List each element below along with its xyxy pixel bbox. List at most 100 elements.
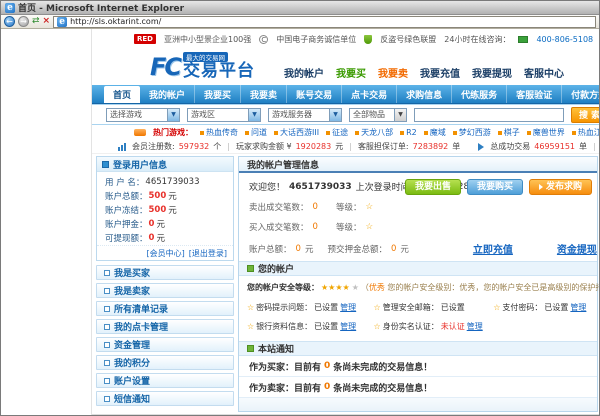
window-icon <box>102 161 109 168</box>
stat-value: 1920283 <box>296 142 332 151</box>
sidebar: 登录用户信息 用 户 名： 4651739033 账户总额： 500 元 账 <box>96 156 234 409</box>
bullet-icon <box>274 131 278 135</box>
stat-unit: 个 <box>213 141 221 152</box>
hot-game-link[interactable]: 问道 <box>245 127 267 138</box>
manage-link[interactable]: 管理 <box>340 302 356 313</box>
sidebar-item-card-manage[interactable]: 我的点卡管理 <box>96 319 234 334</box>
nav-account-trade[interactable]: 账号交易 <box>287 85 342 103</box>
search-button[interactable]: 搜 索 <box>571 107 599 123</box>
account-icon <box>247 265 254 272</box>
game-select[interactable]: 选择游戏▼ <box>106 108 180 122</box>
bullet-icon <box>572 131 576 135</box>
grade-star-icon: ☆ <box>365 222 373 232</box>
manage-link[interactable]: 管理 <box>570 302 586 313</box>
chevron-down-icon[interactable]: ▼ <box>248 109 260 121</box>
nav-payment-methods[interactable]: 付款方式 <box>562 85 599 103</box>
chevron-down-icon[interactable]: ▼ <box>167 109 179 121</box>
search-keyword-input[interactable] <box>414 108 564 122</box>
nav-card-trade[interactable]: 点卡交易 <box>342 85 397 103</box>
quicklink-withdraw[interactable]: 我要提现 <box>472 65 512 80</box>
star-icon: ☆ <box>374 322 381 331</box>
sell-button[interactable]: 我要出售 <box>405 179 461 195</box>
recharge-link[interactable]: 立即充值 <box>473 241 513 256</box>
hot-icon <box>134 129 146 136</box>
sidebar-item-sms-notify[interactable]: 短信通知 <box>96 391 234 406</box>
nav-leveling-service[interactable]: 代练服务 <box>452 85 507 103</box>
star-icon-gray: ★ <box>352 283 359 292</box>
welcome-section: 欢迎您！ 4651739033 上次登录时间： 2013-7-28 22:35:… <box>239 173 597 261</box>
nav-sell[interactable]: 我要卖 <box>241 85 287 103</box>
sidebar-item-order-records[interactable]: 所有清单记录 <box>96 301 234 316</box>
hot-game-link[interactable]: 天龙八部 <box>355 127 393 138</box>
bullet-icon <box>453 131 457 135</box>
chevron-down-icon[interactable]: ▼ <box>394 109 406 121</box>
notice-icon <box>247 345 254 352</box>
member-center-link[interactable]: [会员中心] <box>147 248 185 259</box>
nav-home[interactable]: 首页 <box>104 86 140 103</box>
quicklink-sell[interactable]: 我要卖 <box>378 65 408 80</box>
stat-label: 总成功交易 <box>490 141 530 152</box>
hotline-phone[interactable]: 400-806-5108 <box>536 35 593 44</box>
sold-count-row: 卖出成交笔数： 0 等级： ☆ <box>249 201 591 213</box>
window-icon <box>104 396 110 402</box>
sidebar-item-account-settings[interactable]: 账户设置 <box>96 373 234 388</box>
server-select[interactable]: 游戏服务器▼ <box>268 108 342 122</box>
security-item-bank-info: ☆ 银行资料信息： 已设置 管理 <box>247 321 374 332</box>
quicklink-recharge[interactable]: 我要充值 <box>420 65 460 80</box>
area-select[interactable]: 游戏区▼ <box>187 108 261 122</box>
hot-game-link[interactable]: 魔兽世界 <box>527 127 565 138</box>
url-text: http://sls.oktarint.com/ <box>70 17 161 26</box>
stop-icon[interactable]: × <box>43 16 51 27</box>
sidebar-item-buyer[interactable]: 我是买家 <box>96 265 234 280</box>
hot-game-link[interactable]: 热血江湖 <box>572 127 599 138</box>
page-viewport: RED 亚洲中小型景企业100强 C 中国电子商务诚信单位 反盗号绿色联盟 24… <box>1 29 599 415</box>
refresh-icon[interactable]: ⇄ <box>32 16 40 27</box>
stat-unit: 单 <box>579 141 587 152</box>
security-level-row: 您的帐户安全等级： ★★★★ ★ （优秀 您的帐户安全级别：优秀，您的帐户安全已… <box>247 282 589 293</box>
bullet-icon <box>400 131 404 135</box>
hot-game-link[interactable]: 热血传奇 <box>200 127 238 138</box>
login-info-header: 登录用户信息 <box>97 157 233 172</box>
grade-star-icon: ☆ <box>365 202 373 212</box>
sidebar-item-funds[interactable]: 资金管理 <box>96 337 234 352</box>
chevron-down-icon[interactable]: ▼ <box>329 109 341 121</box>
forward-button[interactable]: → <box>18 16 29 27</box>
nav-buy[interactable]: 我要买 <box>195 85 241 103</box>
quicklink-service[interactable]: 客服中心 <box>524 65 564 80</box>
cert-asia-top100: 亚洲中小型景企业100强 <box>164 34 251 45</box>
category-select[interactable]: 全部物品▼ <box>349 108 407 122</box>
back-button[interactable]: ← <box>4 16 15 27</box>
manage-link[interactable]: 管理 <box>467 321 483 332</box>
security-item-real-name: ☆ 身份实名认证： 未认证 管理 <box>374 321 494 332</box>
nav-wanted-info[interactable]: 求购信息 <box>397 85 452 103</box>
manage-link[interactable]: 管理 <box>340 321 356 332</box>
ecommerce-cert-icon: C <box>259 35 268 44</box>
star-icons: ★★★★ <box>321 283 350 292</box>
chart-icon <box>118 143 126 151</box>
hot-game-link[interactable]: 征途 <box>326 127 348 138</box>
quicklink-my-account[interactable]: 我的帐户 <box>284 65 324 80</box>
hot-game-link[interactable]: 大话西游III <box>274 127 319 138</box>
nav-my-account[interactable]: 我的帐户 <box>140 85 195 103</box>
withdraw-link[interactable]: 资金提现 <box>557 241 597 256</box>
quicklink-buy[interactable]: 我要买 <box>336 65 366 80</box>
nav-service-verify[interactable]: 客服验证 <box>507 85 562 103</box>
speaker-icon <box>478 143 484 151</box>
hot-game-link[interactable]: R2 <box>400 128 417 137</box>
post-wanted-button[interactable]: 发布求购 <box>529 179 592 195</box>
security-item-pay-password: ☆ 支付密码： 已设置 管理 <box>493 302 589 313</box>
window-icon <box>104 306 110 312</box>
bullet-icon <box>326 131 330 135</box>
logout-link[interactable]: [退出登录] <box>189 248 227 259</box>
buy-button[interactable]: 我要购买 <box>467 179 523 195</box>
hot-game-link[interactable]: 梦幻西游 <box>453 127 491 138</box>
sidebar-item-points[interactable]: 我的积分 <box>96 355 234 370</box>
address-bar[interactable]: e http://sls.oktarint.com/ <box>53 16 596 28</box>
balance-row: 账户总额： 0 元 预交押金总额： 0 元 立即充值 资金提现 <box>249 241 591 256</box>
withdrawable-field: 可提现额： 0 元 <box>97 231 233 245</box>
login-info-box: 登录用户信息 用 户 名： 4651739033 账户总额： 500 元 账 <box>96 156 234 261</box>
sidebar-item-seller[interactable]: 我是卖家 <box>96 283 234 298</box>
hot-game-link[interactable]: 魔域 <box>424 127 446 138</box>
site-logo[interactable]: FC 最大的交易网 交易平台 <box>150 52 255 80</box>
hot-game-link[interactable]: 棋子 <box>498 127 520 138</box>
